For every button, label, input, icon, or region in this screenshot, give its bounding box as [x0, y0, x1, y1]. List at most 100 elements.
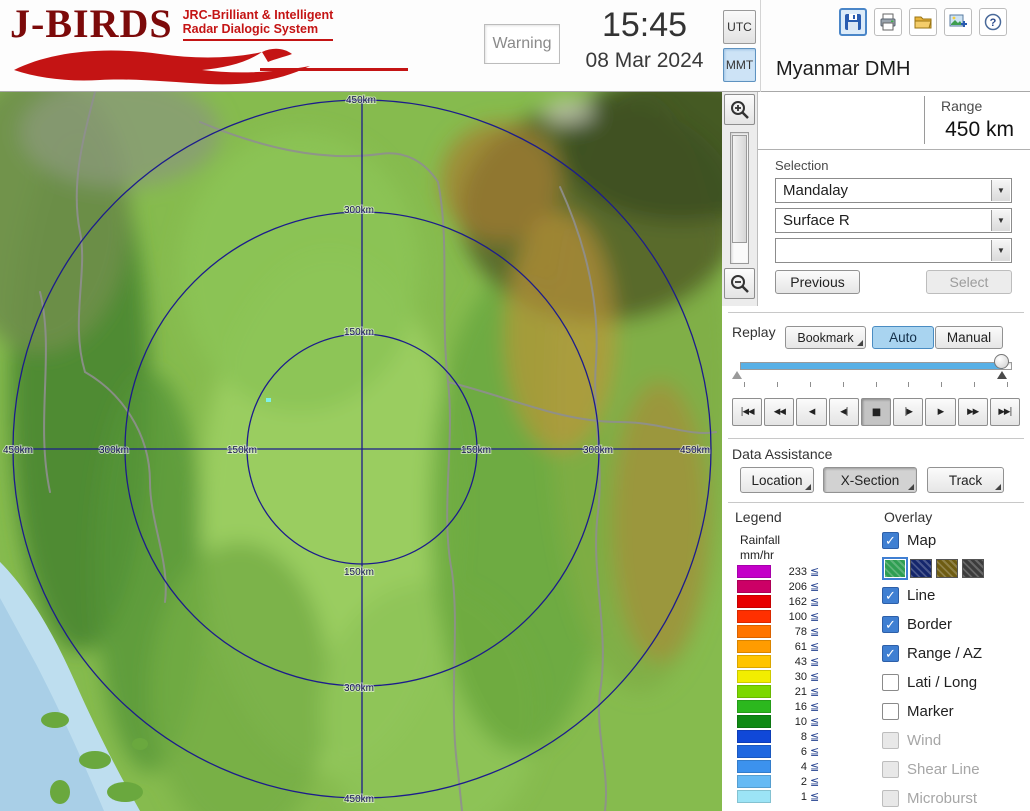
- range-ring-label: 450km: [344, 794, 374, 805]
- less-than-equal-symbol: ≦: [810, 715, 819, 728]
- chevron-down-icon[interactable]: ▼: [991, 210, 1010, 231]
- legend-color-swatch: [737, 595, 771, 608]
- legend-row: 162≦: [737, 594, 819, 609]
- legend-color-swatch: [737, 745, 771, 758]
- map-palette-green[interactable]: [884, 559, 906, 578]
- checked-checkbox[interactable]: ✓: [882, 645, 899, 662]
- legend-row: 233≦: [737, 564, 819, 579]
- location-button[interactable]: Location: [740, 467, 814, 493]
- zoom-strip: [722, 92, 758, 306]
- legend-value: 162: [777, 596, 807, 608]
- step-forward-button[interactable]: |▶: [893, 398, 923, 426]
- warning-indicator[interactable]: Warning: [484, 24, 560, 64]
- product-dropdown-value: Surface R: [783, 212, 850, 229]
- legend-row: 16≦: [737, 699, 819, 714]
- extra-dropdown[interactable]: ▼: [775, 238, 1012, 263]
- manual-mode-button[interactable]: Manual: [935, 326, 1003, 349]
- overlay-item-border[interactable]: ✓ Border: [882, 610, 1028, 639]
- chevron-down-icon[interactable]: ▼: [991, 240, 1010, 261]
- overlay-item-label: Border: [907, 616, 952, 633]
- radar-map-display[interactable]: 450km300km150km450km300km150km150km300km…: [0, 92, 722, 811]
- legend-color-swatch: [737, 685, 771, 698]
- site-dropdown-value: Mandalay: [783, 182, 848, 199]
- mmt-button[interactable]: MMT: [723, 48, 756, 82]
- print-button[interactable]: [874, 8, 902, 36]
- legend-value: 206: [777, 581, 807, 593]
- overlay-item-line[interactable]: ✓Line: [882, 581, 1028, 610]
- checked-checkbox[interactable]: ✓: [882, 616, 899, 633]
- legend-value: 61: [777, 641, 807, 653]
- legend-value: 78: [777, 626, 807, 638]
- checkbox[interactable]: [882, 674, 899, 691]
- legend-value: 1: [777, 791, 807, 803]
- legend-color-swatch: [737, 625, 771, 638]
- x-section-button[interactable]: X-Section: [823, 467, 917, 493]
- zoom-slider[interactable]: [730, 132, 749, 264]
- play-reverse-button[interactable]: ◀: [796, 398, 826, 426]
- legend-row: 10≦: [737, 714, 819, 729]
- select-button[interactable]: Select: [926, 270, 1012, 294]
- overlay-item-lati-long[interactable]: Lati / Long: [882, 668, 1028, 697]
- timeline-ticks: [744, 382, 1008, 387]
- overlay-item-label: Shear Line: [907, 761, 980, 778]
- app-logo: J-BIRDS JRC-Brilliant & Intelligent Rada…: [10, 4, 480, 88]
- header-bar: J-BIRDS JRC-Brilliant & Intelligent Rada…: [0, 0, 1030, 92]
- range-ring-label: 300km: [583, 445, 613, 456]
- product-dropdown[interactable]: Surface R ▼: [775, 208, 1012, 233]
- checked-checkbox[interactable]: ✓: [882, 532, 899, 549]
- skip-start-button[interactable]: |◀◀: [732, 398, 762, 426]
- timeline-track[interactable]: [740, 362, 1012, 370]
- timeline-tick: [744, 382, 745, 387]
- map-palette-dark-gray[interactable]: [962, 559, 984, 578]
- map-palette-olive[interactable]: [936, 559, 958, 578]
- legend-value: 43: [777, 656, 807, 668]
- data-assistance-label: Data Assistance: [732, 446, 832, 462]
- previous-button[interactable]: Previous: [775, 270, 860, 294]
- selection-label: Selection: [775, 158, 828, 173]
- auto-mode-button[interactable]: Auto: [872, 326, 934, 349]
- bookmark-button[interactable]: Bookmark: [785, 326, 866, 349]
- legend-color-swatch: [737, 640, 771, 653]
- less-than-equal-symbol: ≦: [810, 760, 819, 773]
- overlay-item-label: Map: [907, 532, 936, 549]
- zoom-in-button[interactable]: [724, 94, 755, 125]
- timeline-tick: [974, 382, 975, 387]
- overlay-item-marker[interactable]: Marker: [882, 697, 1028, 726]
- timeline-tick: [777, 382, 778, 387]
- skip-end-button[interactable]: ▶▶|: [990, 398, 1020, 426]
- overlay-item-label: Marker: [907, 703, 954, 720]
- replay-label: Replay: [732, 324, 776, 340]
- help-button[interactable]: ?: [979, 8, 1007, 36]
- stop-button[interactable]: ■: [861, 398, 891, 426]
- clock-display: 15:45 08 Mar 2024: [572, 4, 717, 74]
- legend-value: 233: [777, 566, 807, 578]
- checkbox[interactable]: [882, 703, 899, 720]
- open-button[interactable]: [909, 8, 937, 36]
- timeline-thumb[interactable]: [994, 354, 1009, 369]
- step-back-button[interactable]: ◀|: [829, 398, 859, 426]
- legend-color-swatch: [737, 760, 771, 773]
- map-palette-navy[interactable]: [910, 559, 932, 578]
- save-button[interactable]: [839, 8, 867, 36]
- legend-row: 78≦: [737, 624, 819, 639]
- less-than-equal-symbol: ≦: [810, 685, 819, 698]
- less-than-equal-symbol: ≦: [810, 595, 819, 608]
- less-than-equal-symbol: ≦: [810, 655, 819, 668]
- range-divider: [924, 96, 925, 144]
- chevron-down-icon[interactable]: ▼: [991, 180, 1010, 201]
- track-button[interactable]: Track: [927, 467, 1004, 493]
- timeline-tick: [908, 382, 909, 387]
- overlay-item-map[interactable]: ✓ Map: [882, 526, 1028, 555]
- overlay-item-label: Microburst: [907, 790, 977, 807]
- export-image-button[interactable]: [944, 8, 972, 36]
- overlay-item-wind: Wind: [882, 726, 1028, 755]
- checked-checkbox[interactable]: ✓: [882, 587, 899, 604]
- play-button[interactable]: ▶: [925, 398, 955, 426]
- utc-button[interactable]: UTC: [723, 10, 756, 44]
- zoom-out-button[interactable]: [724, 268, 755, 299]
- overlay-item-range-az[interactable]: ✓Range / AZ: [882, 639, 1028, 668]
- fast-rewind-button[interactable]: ◀◀: [764, 398, 794, 426]
- fast-forward-button[interactable]: ▶▶: [958, 398, 988, 426]
- site-dropdown[interactable]: Mandalay ▼: [775, 178, 1012, 203]
- zoom-slider-thumb[interactable]: [732, 135, 747, 243]
